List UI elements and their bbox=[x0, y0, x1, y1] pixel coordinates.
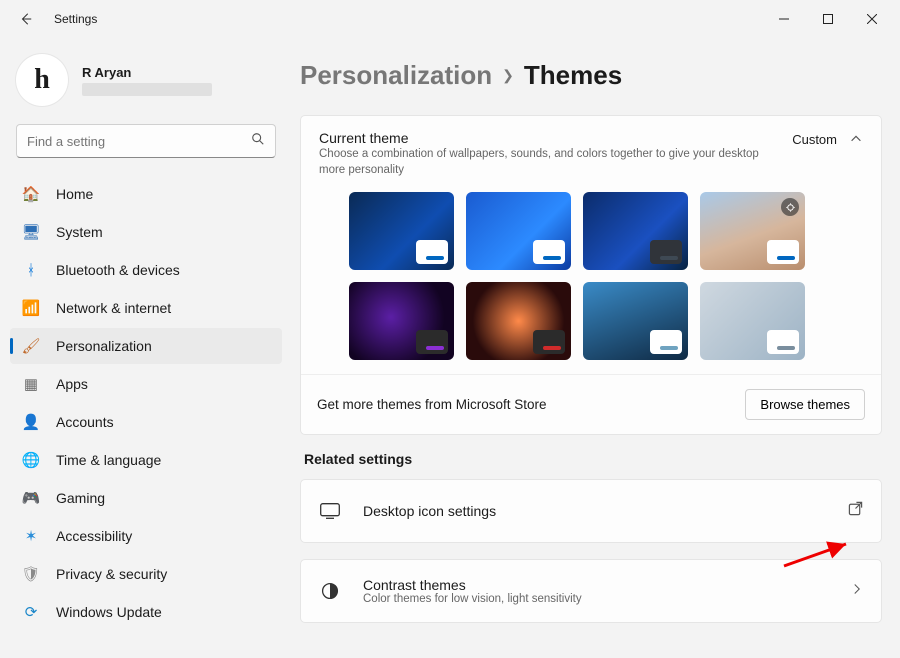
row-subtitle: Color themes for low vision, light sensi… bbox=[363, 593, 851, 605]
browse-themes-button[interactable]: Browse themes bbox=[745, 389, 865, 420]
avatar: h bbox=[16, 54, 68, 106]
nav-label: Time & language bbox=[56, 452, 161, 468]
row-title: Desktop icon settings bbox=[363, 503, 848, 519]
sidebar-item-gaming[interactable]: 🎮 Gaming bbox=[10, 480, 282, 516]
current-theme-header[interactable]: Current theme Choose a combination of wa… bbox=[301, 116, 881, 186]
maximize-icon bbox=[823, 14, 833, 24]
nav-icon: ✶ bbox=[20, 525, 42, 547]
nav-icon: 👤 bbox=[20, 411, 42, 433]
sidebar-item-accounts[interactable]: 👤 Accounts bbox=[10, 404, 282, 440]
close-icon bbox=[867, 14, 877, 24]
nav-label: Privacy & security bbox=[56, 566, 167, 582]
nav-icon: 🎮 bbox=[20, 487, 42, 509]
arrow-left-icon bbox=[19, 12, 33, 26]
contrast-themes-row[interactable]: Contrast themes Color themes for low vis… bbox=[300, 559, 882, 623]
store-row: Get more themes from Microsoft Store Bro… bbox=[301, 374, 881, 434]
close-button[interactable] bbox=[850, 4, 894, 34]
store-text: Get more themes from Microsoft Store bbox=[317, 397, 745, 412]
theme-tile-4[interactable] bbox=[349, 282, 454, 360]
theme-tile-1[interactable] bbox=[466, 192, 571, 270]
search-icon bbox=[251, 132, 265, 151]
nav-icon: ⟳ bbox=[20, 601, 42, 623]
titlebar: Settings bbox=[0, 0, 900, 38]
nav-label: Windows Update bbox=[56, 604, 162, 620]
current-theme-title: Current theme bbox=[319, 130, 780, 146]
related-title: Related settings bbox=[304, 451, 882, 467]
nav-icon: 🛡 bbox=[20, 563, 42, 585]
sidebar-item-accessibility[interactable]: ✶ Accessibility bbox=[10, 518, 282, 554]
row-title: Contrast themes bbox=[363, 577, 851, 593]
theme-grid bbox=[301, 186, 881, 374]
maximize-button[interactable] bbox=[806, 4, 850, 34]
back-button[interactable] bbox=[12, 5, 40, 33]
breadcrumb: Personalization ❯ Themes bbox=[300, 60, 882, 91]
nav-list: 🏠 Home 🖥 System ᚼ Bluetooth & devices 📶 Network… bbox=[10, 176, 282, 630]
nav-icon: ᚼ bbox=[20, 259, 42, 281]
nav-label: Gaming bbox=[56, 490, 105, 506]
user-name: R Aryan bbox=[82, 65, 212, 80]
nav-label: Bluetooth & devices bbox=[56, 262, 180, 278]
nav-label: Home bbox=[56, 186, 93, 202]
theme-tile-5[interactable] bbox=[466, 282, 571, 360]
theme-tile-3[interactable] bbox=[700, 192, 805, 270]
nav-icon: 🏠 bbox=[20, 183, 42, 205]
sidebar-item-windows-update[interactable]: ⟳ Windows Update bbox=[10, 594, 282, 630]
nav-label: Apps bbox=[56, 376, 88, 392]
nav-label: Network & internet bbox=[56, 300, 171, 316]
current-theme-value: Custom bbox=[792, 132, 837, 178]
nav-label: Accounts bbox=[56, 414, 114, 430]
theme-tile-2[interactable] bbox=[583, 192, 688, 270]
search-input-container[interactable] bbox=[16, 124, 276, 158]
chevron-right-icon bbox=[851, 582, 863, 600]
theme-tile-7[interactable] bbox=[700, 282, 805, 360]
sidebar-item-privacy-security[interactable]: 🛡 Privacy & security bbox=[10, 556, 282, 592]
user-card[interactable]: h R Aryan bbox=[16, 54, 278, 106]
nav-icon: 🖌 bbox=[20, 335, 42, 357]
user-email-redacted bbox=[82, 83, 212, 96]
contrast-icon bbox=[319, 582, 341, 600]
chevron-up-icon[interactable] bbox=[849, 132, 863, 178]
spotlight-badge-icon bbox=[781, 198, 799, 216]
sidebar-item-home[interactable]: 🏠 Home bbox=[10, 176, 282, 212]
nav-label: System bbox=[56, 224, 103, 240]
nav-icon: ▦ bbox=[20, 373, 42, 395]
nav-label: Personalization bbox=[56, 338, 152, 354]
desktop-icon bbox=[319, 503, 341, 519]
sidebar-item-time-language[interactable]: 🌐 Time & language bbox=[10, 442, 282, 478]
main-content: Personalization ❯ Themes Current theme C… bbox=[290, 38, 900, 658]
minimize-button[interactable] bbox=[762, 4, 806, 34]
chevron-right-icon: ❯ bbox=[502, 67, 514, 84]
sidebar-item-apps[interactable]: ▦ Apps bbox=[10, 366, 282, 402]
sidebar-item-personalization[interactable]: 🖌 Personalization bbox=[10, 328, 282, 364]
nav-icon: 🖥 bbox=[20, 221, 42, 243]
current-theme-card: Current theme Choose a combination of wa… bbox=[300, 115, 882, 435]
breadcrumb-parent[interactable]: Personalization bbox=[300, 60, 492, 91]
sidebar: h R Aryan 🏠 Home 🖥 System ᚼ Bluetooth & devic… bbox=[0, 38, 290, 658]
sidebar-item-system[interactable]: 🖥 System bbox=[10, 214, 282, 250]
theme-tile-6[interactable] bbox=[583, 282, 688, 360]
sidebar-item-network-internet[interactable]: 📶 Network & internet bbox=[10, 290, 282, 326]
nav-icon: 🌐 bbox=[20, 449, 42, 471]
current-theme-subtitle: Choose a combination of wallpapers, soun… bbox=[319, 147, 780, 178]
nav-icon: 📶 bbox=[20, 297, 42, 319]
open-external-icon bbox=[848, 501, 863, 521]
minimize-icon bbox=[779, 14, 789, 24]
desktop-icon-settings-row[interactable]: Desktop icon settings bbox=[300, 479, 882, 543]
search-input[interactable] bbox=[27, 134, 251, 149]
sidebar-item-bluetooth-devices[interactable]: ᚼ Bluetooth & devices bbox=[10, 252, 282, 288]
nav-label: Accessibility bbox=[56, 528, 132, 544]
breadcrumb-current: Themes bbox=[524, 60, 622, 91]
window-title: Settings bbox=[54, 12, 97, 26]
theme-tile-0[interactable] bbox=[349, 192, 454, 270]
